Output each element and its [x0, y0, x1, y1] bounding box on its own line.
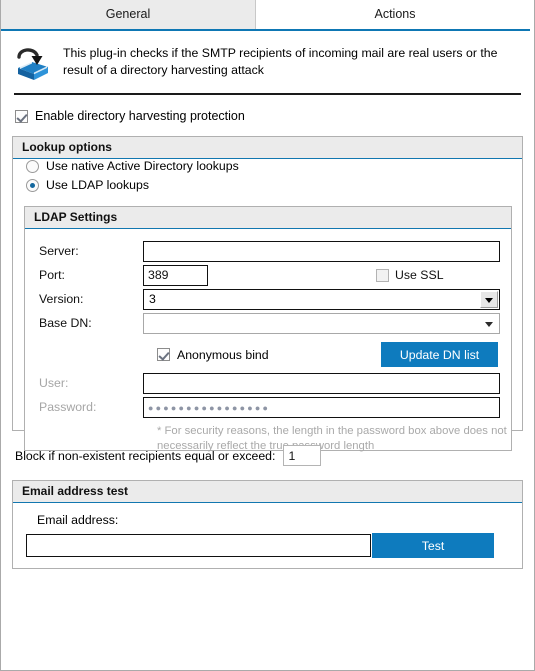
- ldap-user-label: User:: [39, 376, 69, 390]
- ldap-settings-group: LDAP Settings Server: Port: Use SSL: [24, 206, 512, 454]
- block-threshold-label: Block if non-existent recipients equal o…: [15, 448, 276, 463]
- tab-bar: General Actions: [1, 0, 534, 31]
- ldap-version-row: Version: 3: [39, 287, 511, 311]
- ldap-server-label: Server:: [39, 244, 79, 258]
- ldap-server-input[interactable]: [143, 240, 500, 262]
- enable-protection-label: Enable directory harvesting protection: [35, 109, 245, 123]
- ldap-settings-body: Server: Port: Use SSL Version: 3: [25, 229, 511, 454]
- email-address-test-row: Test: [26, 533, 522, 558]
- anonymous-bind-checkbox[interactable]: [157, 348, 170, 361]
- ldap-user-input[interactable]: [143, 372, 500, 394]
- ldap-server-row: Server:: [39, 239, 511, 263]
- chevron-down-icon[interactable]: [483, 314, 499, 333]
- ldap-version-select[interactable]: 3: [143, 288, 500, 310]
- ldap-basedn-select[interactable]: [143, 312, 500, 334]
- tab-underline: [1, 29, 530, 31]
- use-ssl-label: Use SSL: [395, 268, 444, 282]
- email-address-test-group: Email address test Email address: Test: [12, 480, 523, 569]
- ldap-port-input[interactable]: [143, 264, 208, 286]
- lookup-options-group: Lookup options Use native Active Directo…: [12, 136, 523, 452]
- anonymous-bind-row: Anonymous bind Update DN list: [25, 342, 511, 367]
- update-dn-list-button[interactable]: Update DN list: [381, 342, 498, 367]
- radio-native-ad-label: Use native Active Directory lookups: [46, 159, 239, 173]
- header-divider: [14, 93, 521, 95]
- chevron-down-icon[interactable]: [480, 290, 498, 308]
- radio-native-ad[interactable]: [26, 159, 39, 173]
- radio-row-ldap[interactable]: Use LDAP lookups: [26, 178, 522, 192]
- radio-ldap-label: Use LDAP lookups: [46, 178, 149, 192]
- plugin-description-text: This plug-in checks if the SMTP recipien…: [63, 46, 498, 77]
- test-button[interactable]: Test: [372, 533, 494, 558]
- tab-actions[interactable]: Actions: [256, 0, 534, 29]
- tab-general[interactable]: General: [1, 0, 256, 29]
- email-address-label: Email address:: [37, 513, 119, 527]
- plugin-description-row: This plug-in checks if the SMTP recipien…: [1, 31, 534, 83]
- email-address-test-title: Email address test: [13, 481, 522, 503]
- email-address-input[interactable]: [26, 534, 371, 557]
- radio-ldap[interactable]: [26, 178, 39, 192]
- plugin-settings-window: General Actions This plug-in checks if t…: [0, 0, 535, 671]
- ldap-port-row: Port: Use SSL: [39, 263, 511, 287]
- ldap-basedn-row: Base DN:: [39, 311, 511, 335]
- ldap-password-row: Password: ●●●●●●●●●●●●●●●●: [39, 395, 511, 419]
- ldap-settings-title: LDAP Settings: [25, 207, 511, 229]
- ldap-version-value: 3: [149, 291, 156, 306]
- ldap-version-label: Version:: [39, 292, 84, 306]
- ldap-password-input[interactable]: ●●●●●●●●●●●●●●●●: [143, 396, 500, 418]
- enable-protection-row[interactable]: Enable directory harvesting protection: [15, 109, 534, 123]
- radio-row-native-ad[interactable]: Use native Active Directory lookups: [26, 159, 522, 173]
- ldap-port-label: Port:: [39, 268, 65, 282]
- ldap-user-row: User:: [39, 371, 511, 395]
- anonymous-bind-label: Anonymous bind: [177, 347, 269, 362]
- block-threshold-row: Block if non-existent recipients equal o…: [15, 445, 534, 466]
- ldap-password-value: ●●●●●●●●●●●●●●●●: [148, 402, 271, 413]
- enable-protection-checkbox[interactable]: [15, 109, 28, 123]
- block-threshold-input[interactable]: [283, 445, 322, 466]
- use-ssl-row[interactable]: Use SSL: [376, 268, 444, 282]
- lookup-options-title: Lookup options: [13, 137, 522, 159]
- ldap-password-label: Password:: [39, 400, 97, 414]
- ldap-basedn-label: Base DN:: [39, 316, 92, 330]
- use-ssl-checkbox[interactable]: [376, 268, 389, 282]
- directory-book-icon: [17, 48, 48, 80]
